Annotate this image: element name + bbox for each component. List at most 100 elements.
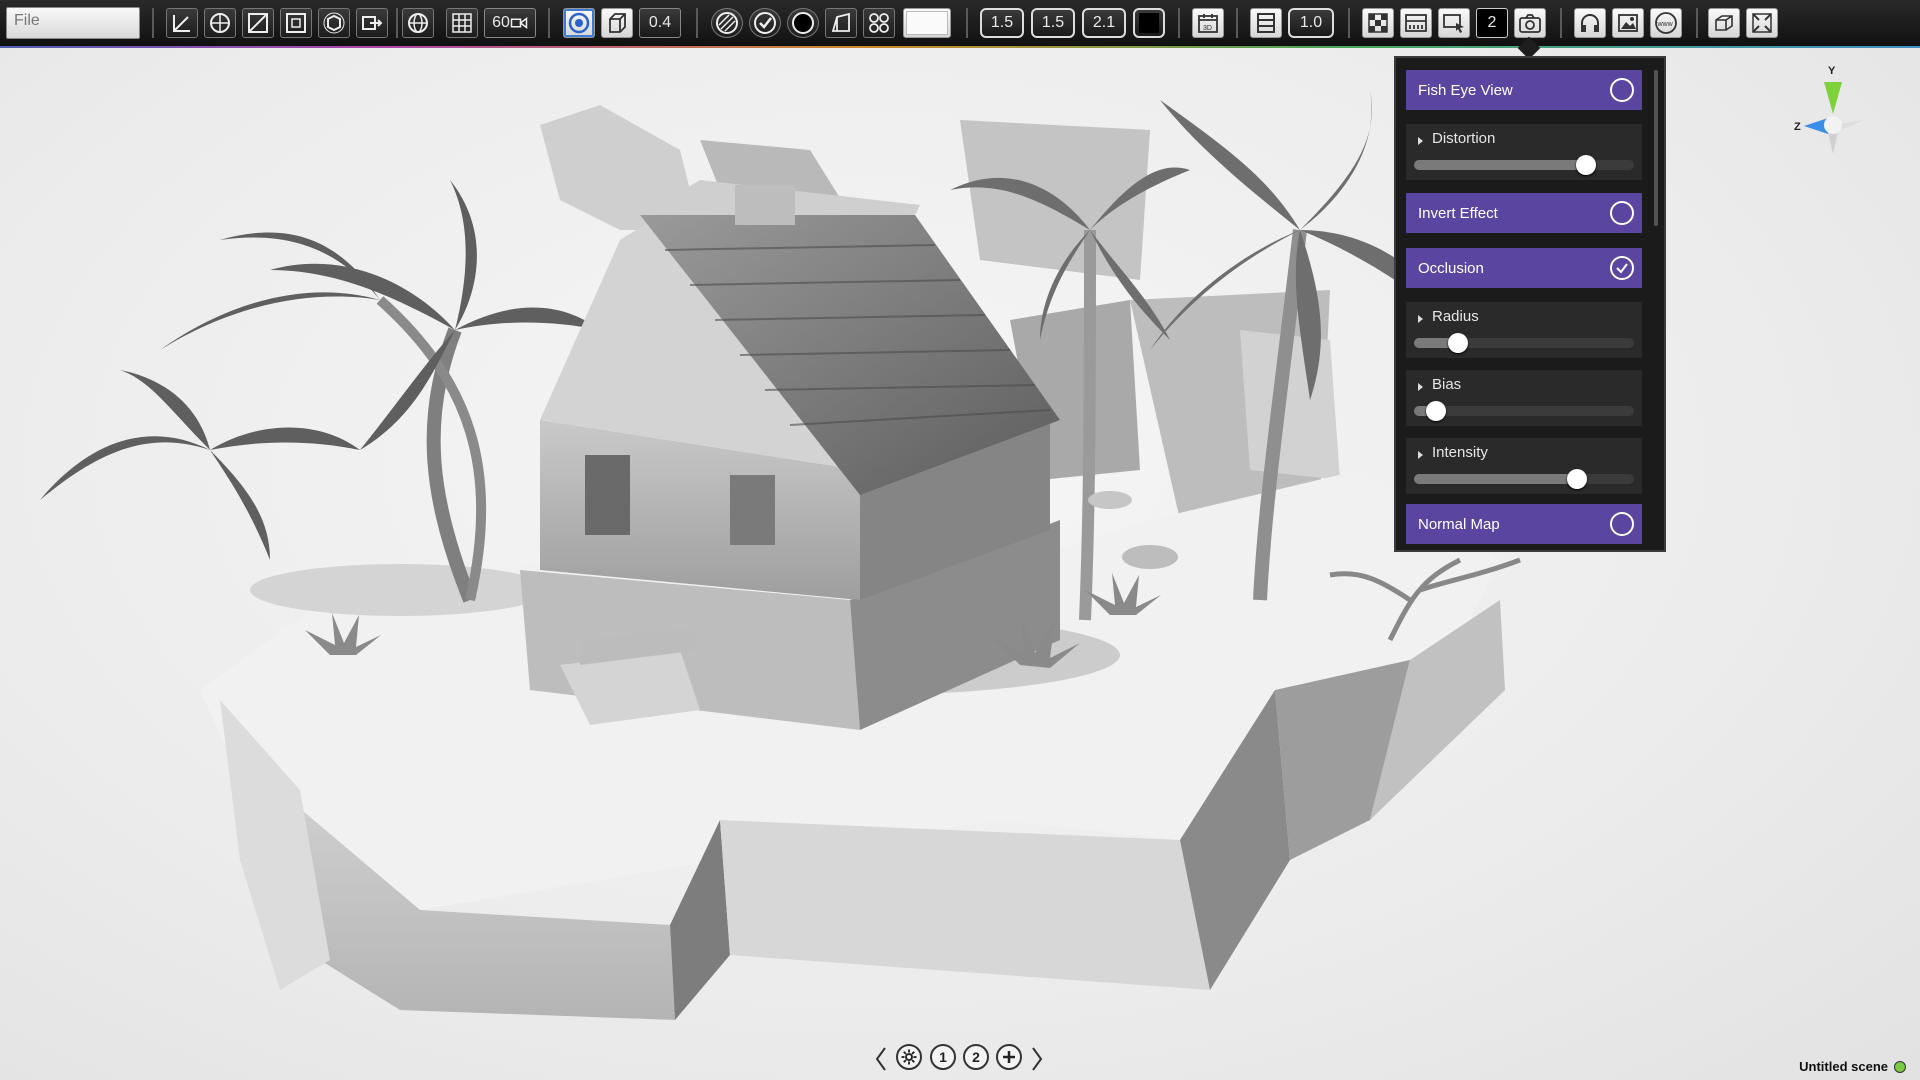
fish-eye-view-toggle[interactable]: Fish Eye View [1406, 70, 1642, 110]
slider-handle[interactable] [1448, 333, 1468, 353]
occlusion-toggle[interactable]: Occlusion [1406, 248, 1642, 288]
slider-track[interactable] [1414, 469, 1634, 489]
target-button[interactable] [563, 8, 595, 38]
checkmark-icon [1616, 263, 1628, 274]
svg-text:3D: 3D [1203, 25, 1212, 32]
panel-button[interactable] [1400, 8, 1432, 38]
scene-tab-2[interactable]: 2 [963, 1044, 989, 1070]
previous-arrow-icon[interactable] [874, 1046, 888, 1072]
nodes-icon [869, 13, 889, 33]
globe-button[interactable] [402, 8, 434, 38]
normal-map-toggle[interactable]: Normal Map [1406, 504, 1642, 544]
cube-button[interactable] [601, 8, 633, 38]
calendar-3d-button[interactable]: 3D [1192, 8, 1224, 38]
slider-handle[interactable] [1575, 155, 1596, 175]
screenshot-button[interactable] [1514, 8, 1546, 38]
image-cursor-icon [1443, 14, 1464, 33]
distortion-slider[interactable]: Distortion [1406, 124, 1642, 180]
slider-handle[interactable] [1566, 469, 1587, 489]
scene-tab-1[interactable]: 1 [930, 1044, 956, 1070]
audio-button[interactable] [1574, 8, 1606, 38]
calendar-3d-icon: 3D [1198, 14, 1218, 33]
axis-icon [173, 15, 190, 32]
svg-text:www: www [1657, 21, 1674, 28]
cube-arrow-icon [362, 16, 383, 30]
slider-handle[interactable] [1426, 401, 1446, 421]
cube-arrow-button[interactable] [356, 8, 388, 38]
camera-icon [1519, 14, 1541, 33]
toolbar-separator [1178, 8, 1180, 38]
file-menu-field[interactable]: File [6, 7, 140, 39]
plus-icon [1003, 1051, 1015, 1063]
slider-track[interactable] [1414, 401, 1634, 421]
image-cursor-button[interactable] [1438, 8, 1470, 38]
globe-icon [408, 13, 428, 33]
grid-icon [452, 13, 472, 33]
layer-count-button[interactable]: 2 [1476, 8, 1508, 38]
expand-arrow-icon[interactable] [1418, 137, 1423, 145]
nodes-button[interactable] [863, 8, 895, 38]
expand-arrow-icon[interactable] [1418, 383, 1423, 391]
toolbar-separator [152, 8, 154, 38]
value-c-field[interactable]: 2.1 [1082, 8, 1126, 38]
toolbar-separator [1696, 8, 1698, 38]
film-button[interactable] [1250, 8, 1282, 38]
grid-button[interactable] [446, 8, 478, 38]
black-swatch [1139, 13, 1159, 33]
cube-frame-button[interactable] [280, 8, 312, 38]
fish-eye-view-checkbox[interactable] [1610, 78, 1634, 102]
slider-track[interactable] [1414, 333, 1634, 353]
black-swatch-button[interactable] [1133, 8, 1165, 38]
film-icon [1257, 13, 1275, 33]
intensity-slider[interactable]: Intensity [1406, 438, 1642, 494]
field-of-view-button[interactable]: 60 [484, 8, 536, 38]
panel-scrollbar[interactable] [1654, 70, 1658, 226]
check-badge-button[interactable] [749, 8, 781, 38]
invert-effect-toggle[interactable]: Invert Effect [1406, 193, 1642, 233]
slider-label: Intensity [1432, 444, 1488, 461]
value-a-field[interactable]: 1.5 [980, 8, 1024, 38]
neg-y-axis-arrow[interactable] [1828, 132, 1838, 154]
toggle-label: Normal Map [1418, 515, 1500, 533]
slider-track[interactable] [1414, 155, 1634, 175]
cube-123-button[interactable] [1708, 8, 1740, 38]
check-badge-icon [754, 12, 776, 34]
axis-tool-button[interactable] [166, 8, 198, 38]
invert-effect-checkbox[interactable] [1610, 201, 1634, 225]
opacity-value-field[interactable]: 0.4 [639, 8, 681, 38]
toolbar-separator [966, 8, 968, 38]
web-button[interactable]: www [1650, 8, 1682, 38]
white-swatch-button[interactable] [903, 8, 951, 38]
normal-map-checkbox[interactable] [1610, 512, 1634, 536]
expand-arrow-icon[interactable] [1418, 451, 1423, 459]
wireframe-sphere-button[interactable] [204, 8, 236, 38]
white-swatch [906, 11, 948, 35]
status-bar: Untitled scene [1799, 1059, 1906, 1074]
x-axis-arrow[interactable] [1840, 120, 1864, 130]
next-arrow-icon[interactable] [1030, 1046, 1044, 1072]
wedge-button[interactable] [825, 8, 857, 38]
add-scene-button[interactable] [996, 1044, 1022, 1070]
expand-arrow-icon[interactable] [1418, 315, 1423, 323]
sphere-button[interactable] [787, 8, 819, 38]
radius-slider[interactable]: Radius [1406, 302, 1642, 358]
fullscreen-button[interactable] [1746, 8, 1778, 38]
scene-settings-button[interactable] [896, 1044, 922, 1070]
scene-name: Untitled scene [1799, 1059, 1888, 1074]
axis-gizmo[interactable]: Y Z [1784, 62, 1884, 172]
ramp-button[interactable] [242, 8, 274, 38]
hatch-button[interactable] [711, 8, 743, 38]
cube-rotate-button[interactable] [318, 8, 350, 38]
checker-button[interactable] [1362, 8, 1394, 38]
bias-slider[interactable]: Bias [1406, 370, 1642, 426]
background-image-button[interactable] [1612, 8, 1644, 38]
checker-icon [1368, 13, 1388, 33]
occlusion-checkbox[interactable] [1610, 256, 1634, 280]
cube-rotate-icon [323, 12, 345, 34]
value-b-field[interactable]: 1.5 [1031, 8, 1075, 38]
www-icon: www [1655, 12, 1677, 34]
gizmo-center[interactable] [1824, 116, 1842, 134]
camera-icon [510, 17, 528, 29]
scale-value-field[interactable]: 1.0 [1288, 8, 1334, 38]
y-axis-arrow[interactable] [1824, 82, 1842, 114]
